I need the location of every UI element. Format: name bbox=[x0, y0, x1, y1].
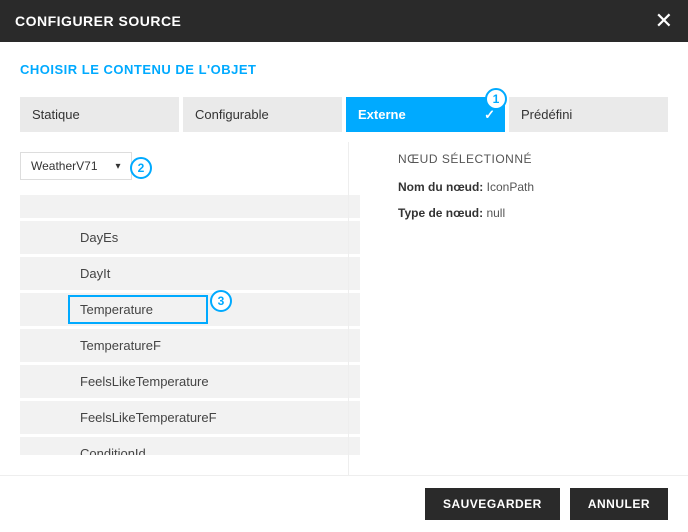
tree-item[interactable]: FeelsLikeTemperatureF bbox=[20, 401, 360, 435]
tree-item[interactable]: TemperatureF bbox=[20, 329, 360, 363]
tab-label: Statique bbox=[32, 107, 80, 122]
cancel-button[interactable]: ANNULER bbox=[570, 488, 668, 520]
tab-label: Externe bbox=[358, 107, 406, 122]
node-name-row: Nom du nœud: IconPath bbox=[398, 180, 668, 194]
dialog-footer: SAUVEGARDER ANNULER bbox=[0, 475, 688, 532]
tree-item-label: Temperature bbox=[80, 302, 153, 317]
tab-static[interactable]: Statique bbox=[20, 97, 179, 132]
tab-predefined[interactable]: Prédéfini bbox=[509, 97, 668, 132]
tree-item-label: DayEs bbox=[80, 230, 118, 245]
node-type-row: Type de nœud: null bbox=[398, 206, 668, 220]
datasource-dropdown[interactable]: WeatherV71 ▾ bbox=[20, 152, 132, 180]
tree-item-label: FeelsLikeTemperatureF bbox=[80, 410, 217, 425]
tab-label: Configurable bbox=[195, 107, 269, 122]
callout-badge: 2 bbox=[130, 157, 152, 179]
section-title: CHOISIR LE CONTENU DE L'OBJET bbox=[20, 62, 668, 77]
node-type-value: null bbox=[486, 206, 505, 220]
tree-item[interactable]: DayEs bbox=[20, 221, 360, 255]
dropdown-selected: WeatherV71 bbox=[31, 159, 98, 173]
node-name-value: IconPath bbox=[487, 180, 534, 194]
tab-configurable[interactable]: Configurable bbox=[183, 97, 342, 132]
node-tree[interactable]: DayEs DayIt Temperature TemperatureF Fee… bbox=[20, 195, 368, 455]
close-icon[interactable]: ✕ bbox=[655, 10, 673, 32]
tab-external[interactable]: Externe ✓ bbox=[346, 97, 505, 132]
save-button[interactable]: SAUVEGARDER bbox=[425, 488, 560, 520]
left-panel: WeatherV71 ▾ DayEs DayIt Temperature Tem… bbox=[20, 152, 368, 455]
tree-item-selected[interactable]: Temperature bbox=[20, 293, 360, 327]
dialog-content: CHOISIR LE CONTENU DE L'OBJET Statique C… bbox=[0, 42, 688, 475]
source-tabs: Statique Configurable Externe ✓ Prédéfin… bbox=[20, 97, 668, 132]
dialog-title: CONFIGURER SOURCE bbox=[15, 13, 181, 29]
callout-badge: 3 bbox=[210, 290, 232, 312]
tree-item[interactable]: DayIt bbox=[20, 257, 360, 291]
tree-item-label: DayIt bbox=[80, 266, 110, 281]
chevron-down-icon: ▾ bbox=[116, 161, 121, 172]
dialog-header: CONFIGURER SOURCE ✕ bbox=[0, 0, 688, 42]
tree-item-label: TemperatureF bbox=[80, 338, 161, 353]
node-type-label: Type de nœud: bbox=[398, 206, 483, 220]
tab-label: Prédéfini bbox=[521, 107, 572, 122]
vertical-divider bbox=[348, 142, 349, 475]
node-name-label: Nom du nœud: bbox=[398, 180, 483, 194]
tree-item-label: ConditionId bbox=[80, 446, 146, 455]
tree-item[interactable]: ConditionId bbox=[20, 437, 360, 455]
detail-heading: NŒUD SÉLECTIONNÉ bbox=[398, 152, 668, 166]
tree-item-label: FeelsLikeTemperature bbox=[80, 374, 209, 389]
tree-item[interactable] bbox=[20, 195, 360, 219]
tree-item[interactable]: FeelsLikeTemperature bbox=[20, 365, 360, 399]
callout-badge: 1 bbox=[485, 88, 507, 110]
detail-panel: NŒUD SÉLECTIONNÉ Nom du nœud: IconPath T… bbox=[388, 152, 668, 455]
